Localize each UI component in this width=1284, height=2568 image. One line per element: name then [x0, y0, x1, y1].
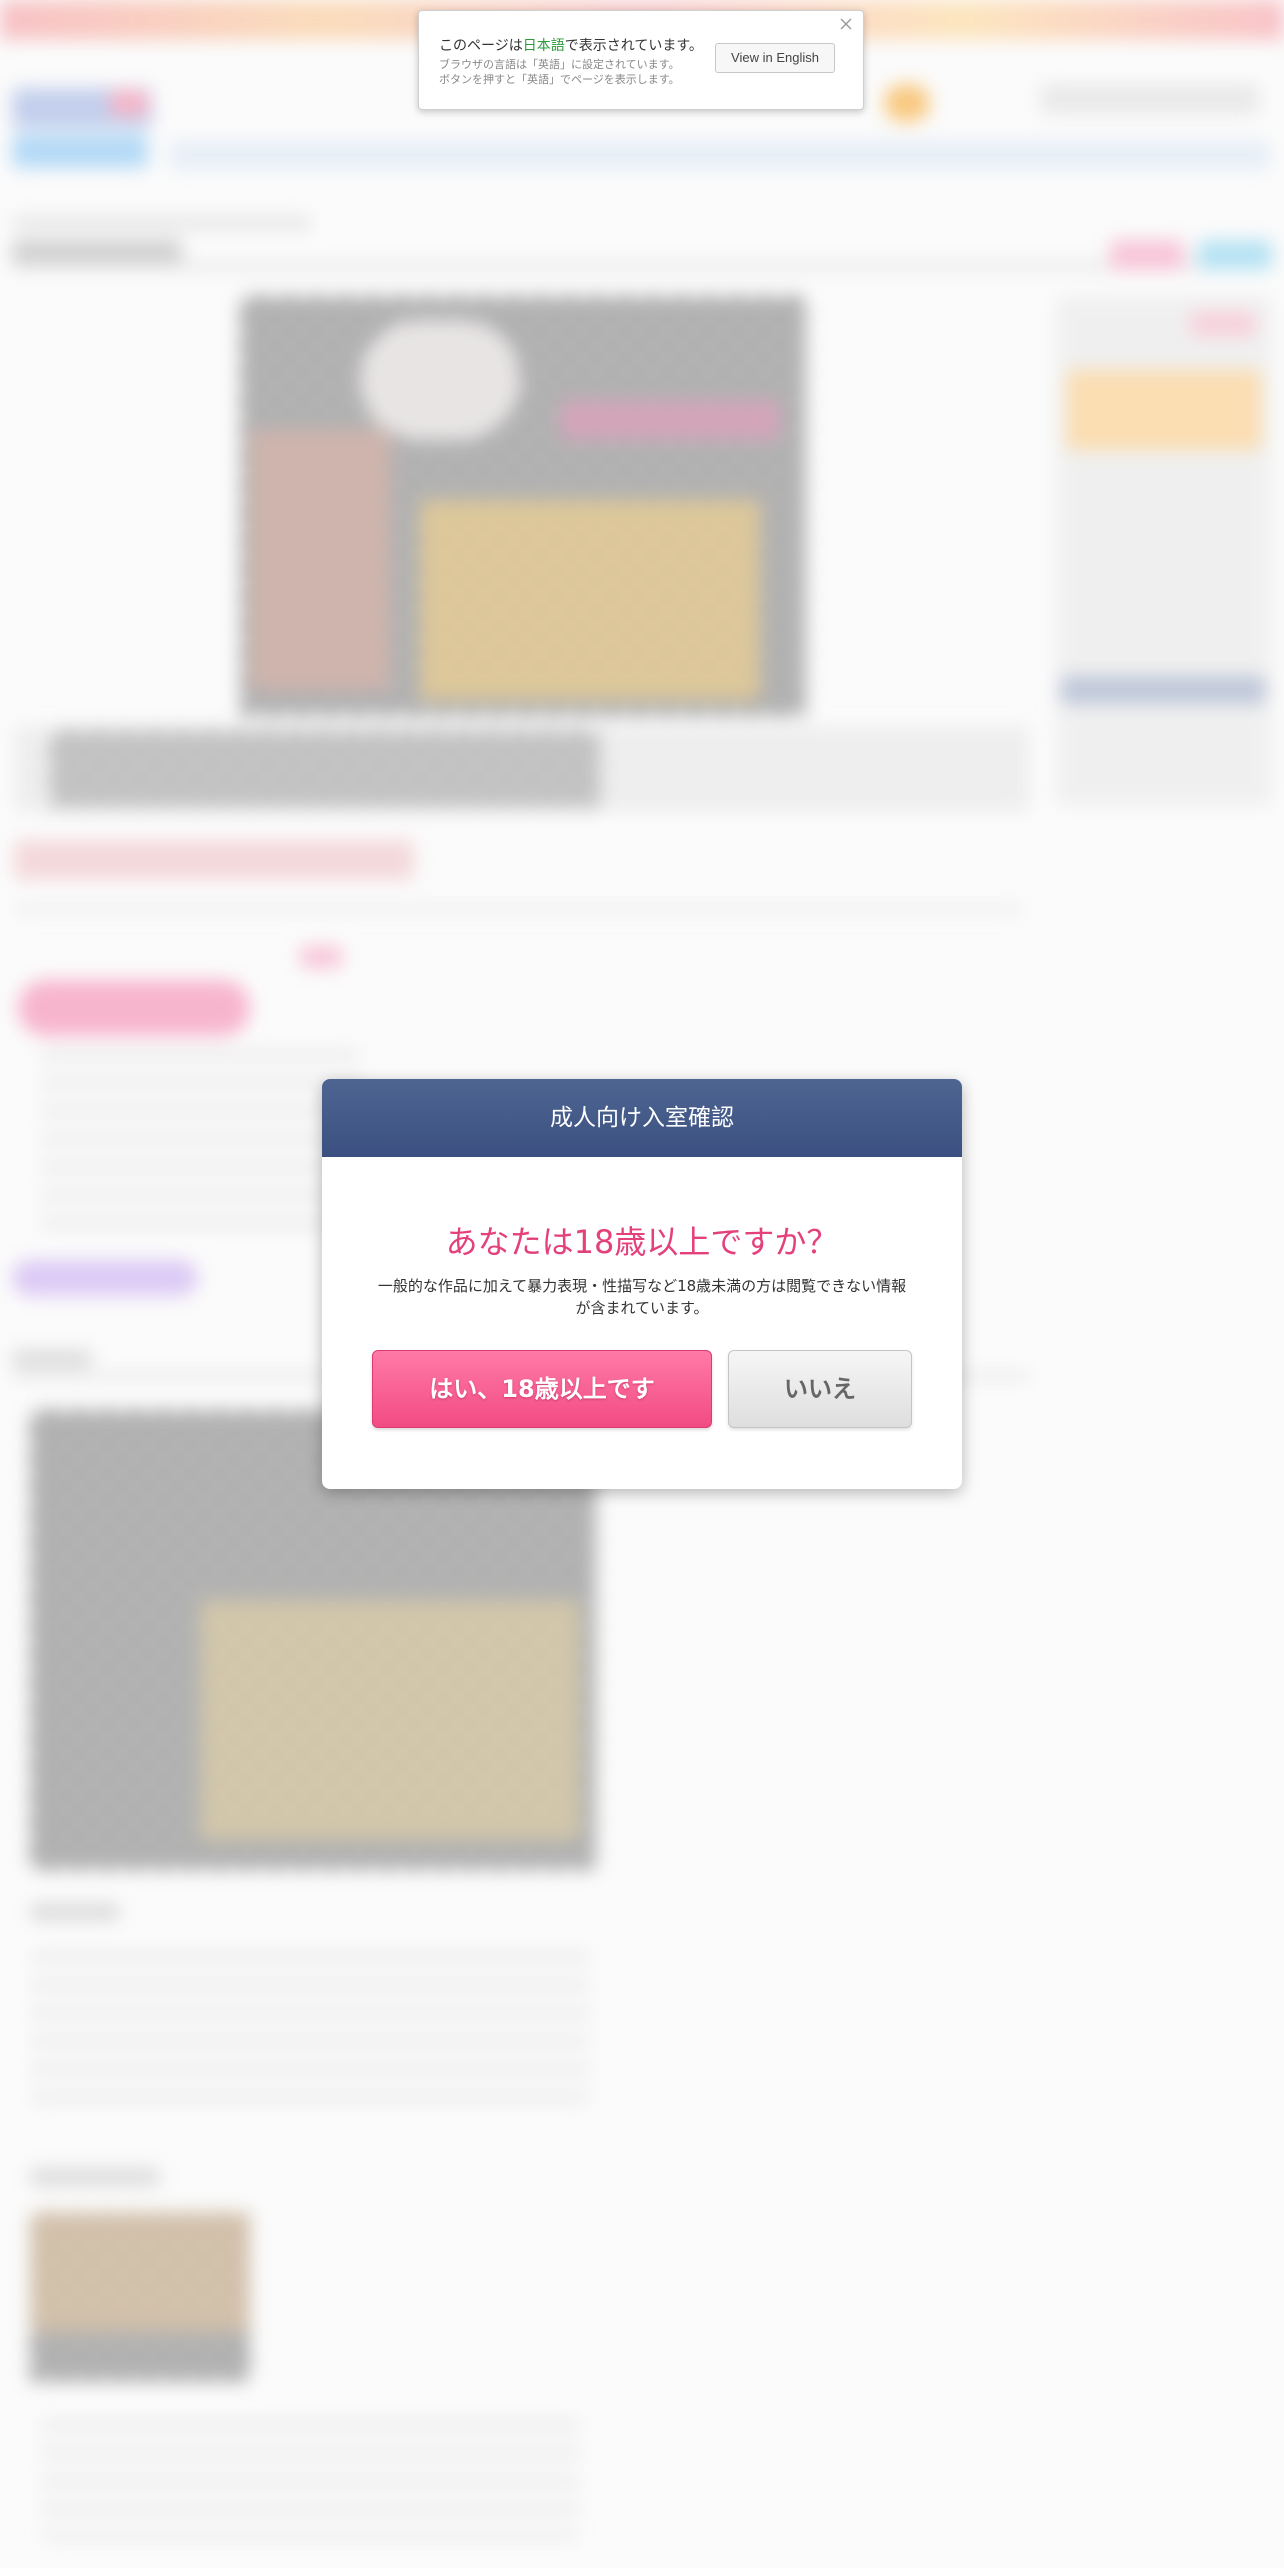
age-verification-modal: 成人向け入室確認 あなたは18歳以上ですか？ 一般的な作品に加えて暴力表現・性描…	[322, 1079, 962, 1489]
tag-pink-small	[300, 946, 342, 968]
age-description: 一般的な作品に加えて暴力表現・性描写など18歳未満の方は閲覧できない情報が含まれ…	[377, 1277, 907, 1317]
close-icon-glyph	[840, 18, 852, 30]
sidebar-orange	[1066, 370, 1262, 450]
logo-badge	[110, 90, 148, 116]
main-image-tint-4	[250, 430, 390, 690]
description-lines	[30, 1952, 590, 2102]
sidebar-pink	[1190, 312, 1256, 336]
language-notice-detail-line-1: ブラウザの言語は「英語」に設定されています。	[439, 58, 680, 71]
related-heading	[30, 2168, 160, 2186]
main-image-tint-2	[360, 320, 520, 440]
pink-tag	[1110, 240, 1184, 270]
breadcrumb	[12, 216, 312, 230]
cart-button	[18, 980, 250, 1036]
info-rows	[40, 1050, 360, 1230]
main-image-tint-1	[420, 500, 760, 700]
related-thumb-tint	[30, 2212, 250, 2332]
desc-heading	[30, 1904, 120, 1920]
header-orange-icon	[884, 84, 930, 122]
confirm-adult-button[interactable]: はい、18歳以上です	[372, 1350, 712, 1428]
language-notice-detail: ブラウザの言語は「英語」に設定されています。 ボタンを押すと「英語」でページを表…	[439, 57, 719, 87]
modal-title: 成人向け入室確認	[322, 1079, 962, 1157]
price-row-line	[14, 904, 1024, 914]
purple-label	[12, 1260, 198, 1296]
view-in-english-button[interactable]: View in English	[715, 43, 835, 73]
section-heading	[12, 1350, 92, 1368]
sidebar-navy	[1060, 676, 1266, 704]
related-lines	[40, 2420, 580, 2540]
sample-image-tint	[200, 1600, 580, 1840]
language-notice-language: 日本語	[522, 38, 565, 54]
language-notice-detail-line-2: ボタンを押すと「英語」でページを表示します。	[439, 73, 680, 86]
deny-adult-button[interactable]: いいえ	[728, 1350, 912, 1428]
main-image-tint-3	[560, 400, 780, 440]
thumb-1	[50, 730, 600, 808]
language-notice-popup: このページは日本語で表示されています。 ブラウザの言語は「英語」に設定されていま…	[418, 10, 864, 110]
language-notice-prefix: このページは	[439, 38, 523, 54]
language-notice-message: このページは日本語で表示されています。	[439, 35, 703, 55]
page: このページは日本語で表示されています。 ブラウザの言語は「英語」に設定されていま…	[0, 0, 1284, 2568]
logo-sub	[12, 134, 148, 168]
age-question: あなたは18歳以上ですか？	[445, 1223, 839, 1261]
language-notice-suffix: で表示されています。	[564, 38, 703, 54]
title-underline	[12, 262, 1272, 270]
blue-tag	[1198, 240, 1272, 270]
header-icons	[1040, 84, 1260, 114]
price-area	[14, 840, 414, 880]
nav-bar	[170, 140, 1270, 170]
close-icon[interactable]	[837, 15, 855, 33]
